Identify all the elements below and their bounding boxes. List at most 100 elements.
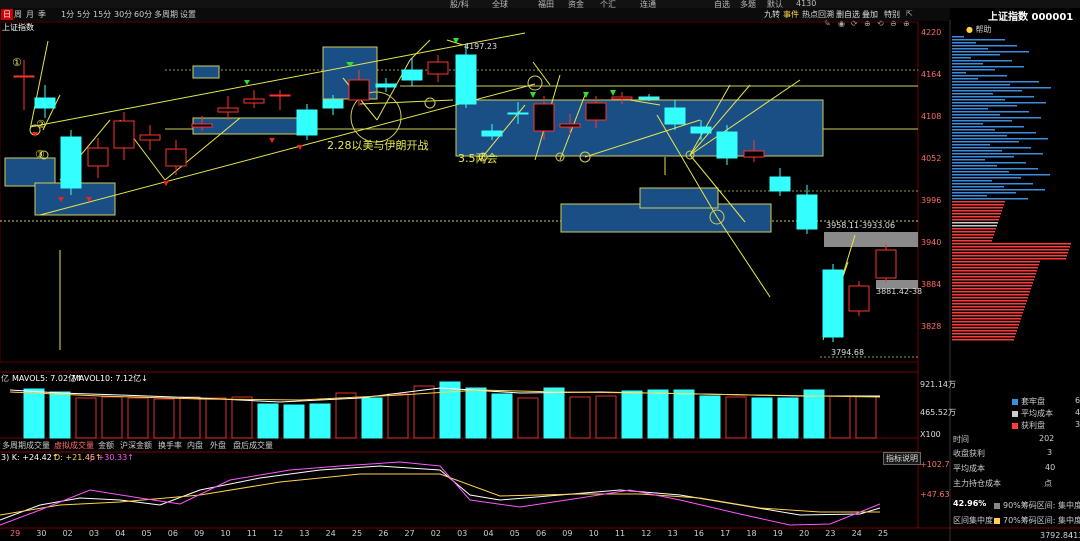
chip-bar [952,45,1017,47]
chip-bar [952,135,1007,137]
price-tick: 4220 [921,28,942,37]
candle-body [401,69,423,81]
chip-bar [952,192,1016,194]
volume-bar [257,403,279,439]
chip-bar [952,231,995,233]
volume-bar [543,387,565,439]
chip-bar [952,168,1038,170]
kdj-axis-mid: +47.63 [920,490,950,499]
volume-bar [439,381,461,439]
volume-bar [75,397,97,439]
security-title: 上证指数 000001 [988,12,1074,23]
low-price-label: 3794.68 [831,348,865,357]
chip-bar [952,318,1021,320]
volume-unit-label: 亿 [1,374,9,383]
info-value: 40 [1045,463,1056,472]
chip-bar [952,99,1005,101]
info-value: 3 [1047,448,1053,457]
candle-body [296,109,318,136]
chip-bar [952,123,983,125]
chip-bar [952,174,1050,176]
chip-bar [952,210,1002,212]
chip-bar [952,201,1005,203]
volume-axis-mid: 465.52万 [920,408,956,417]
tab-inner[interactable]: 内盘 [187,440,203,451]
legend-average-cost: 平均成本 40 [1012,408,1080,419]
date-tick: 09 [562,529,573,538]
tab-after-hours[interactable]: 盘后成交量 [233,440,273,451]
tab-multi-volume[interactable]: 多周期成交量 [2,440,50,451]
chip-bar [952,81,1039,83]
chip-bar [952,216,1000,218]
index-name-label: 上证指数 [2,23,34,32]
chip-bar [952,213,1001,215]
tab-virtual-volume[interactable]: 虚拟成交量 [54,440,94,451]
chip-bar [952,252,1068,254]
volume-bar [855,395,877,439]
info-row-time: 时间 202 [953,434,1054,445]
chip-bar [952,39,1005,41]
chip-bar [952,282,1033,284]
price-tick: 4164 [921,70,942,79]
date-tick: 03 [88,529,100,538]
kdj-k-label: 3) K: +24.42↑ [1,453,59,462]
chip-bar [952,36,964,38]
chip-bar [952,225,997,227]
tab-turnover[interactable]: 换手率 [158,440,182,451]
chip-bar [952,138,1048,140]
chip-bar [952,114,1000,116]
date-tick: 02 [62,529,73,538]
chip-bar [952,102,1046,104]
chip-bar [952,267,1038,269]
chip-bar [952,66,1024,68]
chip-bar [952,315,1022,317]
indicator-help-button[interactable]: 指标说明 [883,452,921,465]
date-tick: 19 [772,529,783,538]
chip-bar [952,180,992,182]
chip-bar [952,255,1067,257]
date-tick: 06 [167,529,178,538]
info-value: 点 [1044,479,1052,488]
volume-bar [569,396,591,439]
candle-body [113,120,135,149]
chip-bar [952,96,1034,98]
help-link[interactable]: ● 帮助 [966,24,992,35]
date-tick: 12 [273,529,284,538]
tab-hs-amount[interactable]: 沪深金额 [120,440,152,451]
candle-body [716,131,738,159]
date-tick: 12 [641,529,652,538]
volume-bar [49,391,71,439]
volume-bar [387,393,409,439]
chip-bar [952,312,1023,314]
chip-bar [952,237,993,239]
date-tick: 03 [457,529,468,538]
candle-body [796,194,818,230]
chip-bar [952,54,1000,56]
chip-bar [952,324,1019,326]
tab-outer[interactable]: 外盘 [210,440,226,451]
tab-amount[interactable]: 金额 [98,440,114,451]
volume-bar [231,396,253,439]
candle-body [191,123,213,128]
candle-body [322,99,344,109]
candle-body [743,150,765,158]
volume-bar [465,387,487,439]
volume-bar [179,396,201,439]
candle-body [269,94,291,97]
chip-bar [952,270,1037,272]
candlesticks [13,45,897,342]
trend-lines [29,32,856,350]
volume-bars [9,381,881,439]
legend-label: 获利盘 [1021,421,1045,430]
candle-body [348,79,370,101]
chip-bar [952,63,983,65]
chip-bar [952,249,1069,251]
chip-bar [952,147,1031,149]
chip-bar [952,246,1070,248]
annotation-war: 2.28以美与伊朗开战 [327,139,429,152]
conc-label: 区间集中度 [953,516,993,525]
indicator-tabs: 多周期成交量 虚拟成交量 金额 沪深金额 换手率 内盘 外盘 盘后成交量 [0,439,950,451]
date-tick: 11 [246,529,257,538]
price-tick: 3940 [921,238,942,247]
candle-body [13,75,35,78]
